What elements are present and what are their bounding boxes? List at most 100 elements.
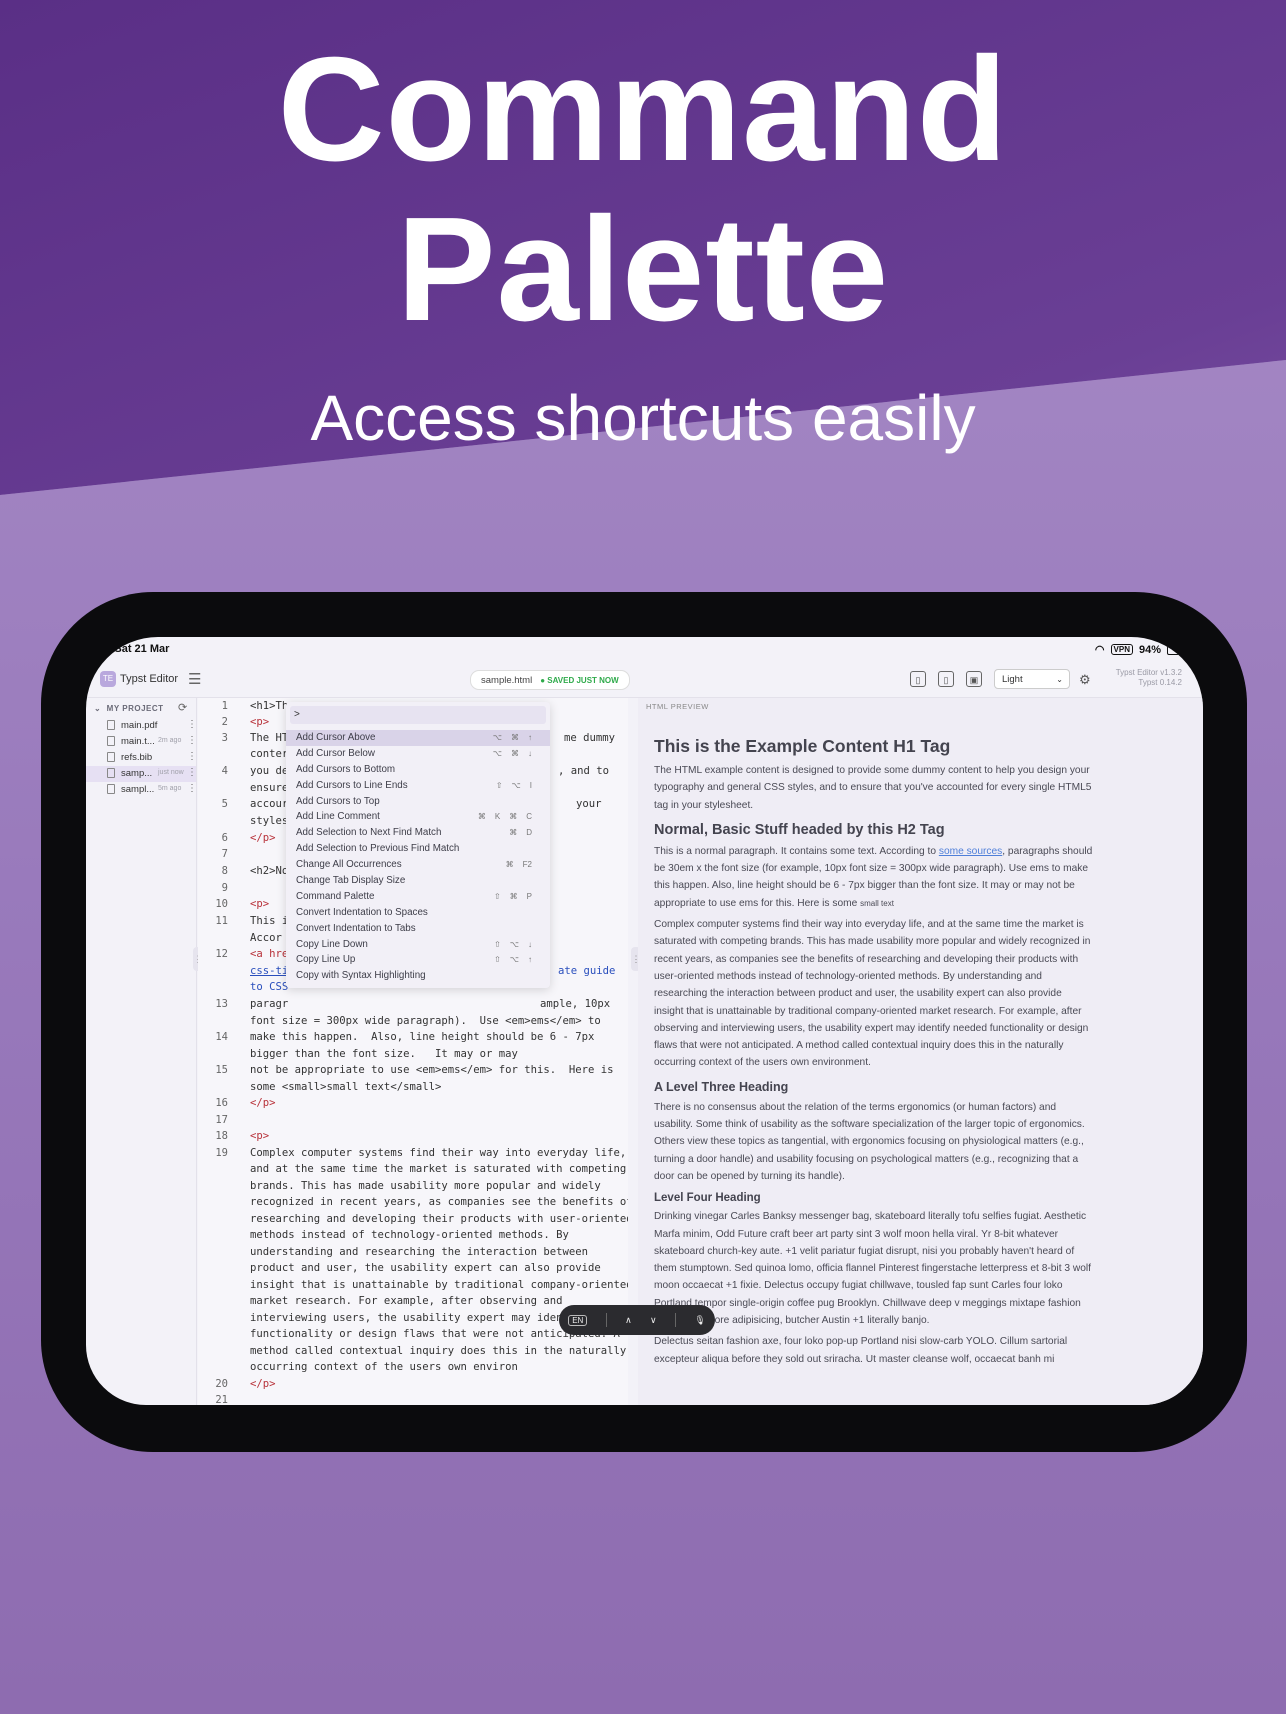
command-item-indent-to-tabs[interactable]: Convert Indentation to Tabs xyxy=(286,921,550,937)
command-item-copy-syntax[interactable]: Copy with Syntax Highlighting xyxy=(286,968,550,984)
code-line: methods instead of technology-oriented m… xyxy=(250,1229,569,1241)
command-label: Change Tab Display Size xyxy=(296,875,406,887)
file-status-pill[interactable]: sample.html ● SAVED JUST NOW xyxy=(470,670,630,690)
preview-h4: Level Four Heading xyxy=(654,1192,761,1205)
command-label: Convert Indentation to Tabs xyxy=(296,922,416,934)
command-label: Add Selection to Next Find Match xyxy=(296,827,442,839)
code-line: accour xyxy=(250,798,289,810)
command-label: Copy with Syntax Highlighting xyxy=(296,970,426,982)
chevron-down-icon: ⌄ xyxy=(1056,675,1063,684)
code-line: <p> xyxy=(250,716,270,728)
sidebar-file-main-typ[interactable]: main.t... 2m ago ⋮ xyxy=(86,734,197,750)
preview-paragraph: Complex computer systems find their way … xyxy=(654,919,1091,1069)
command-item-indent-to-spaces[interactable]: Convert Indentation to Spaces xyxy=(286,905,550,921)
line-number: 1 xyxy=(221,700,228,712)
line-number: 4 xyxy=(221,765,228,777)
command-item-add-selection-previous[interactable]: Add Selection to Previous Find Match xyxy=(286,841,550,857)
code-line: your xyxy=(576,798,602,810)
preview-paragraph: Delectus seitan fashion axe, four loko p… xyxy=(654,1336,1068,1365)
app-screen: 58 Sat 21 Mar ◠ VPN 94% TE Typst Editor … xyxy=(86,637,1203,1405)
command-item-add-cursors-bottom[interactable]: Add Cursors to Bottom xyxy=(286,762,550,778)
line-number: 16 xyxy=(215,1097,228,1109)
refresh-icon[interactable]: ⟳ xyxy=(178,701,187,714)
command-item-add-line-comment[interactable]: Add Line Comment ⌘ K ⌘ C xyxy=(286,809,550,825)
more-icon[interactable]: ⋮ xyxy=(187,751,197,762)
preview-paragraph: There is no consensus about the relation… xyxy=(654,1101,1085,1182)
status-date: Sat 21 Mar xyxy=(114,643,170,655)
command-palette: > Add Cursor Above ⌥ ⌘ ↑ Add Cursor Below … xyxy=(286,702,550,988)
command-item-add-cursor-above[interactable]: Add Cursor Above ⌥ ⌘ ↑ xyxy=(286,730,550,746)
line-number: 9 xyxy=(221,882,228,894)
command-item-copy-line-down[interactable]: Copy Line Down ⇧ ⌥ ↓ xyxy=(286,937,550,953)
code-line: <h1>Th xyxy=(250,700,289,712)
more-icon[interactable]: ⋮ xyxy=(187,735,197,746)
code-line: <h2>No xyxy=(250,865,289,877)
menu-icon[interactable]: ☰ xyxy=(188,670,201,688)
language-button[interactable]: EN xyxy=(568,1314,588,1326)
status-time: 58 xyxy=(96,643,109,655)
sidebar-file-sample2[interactable]: sampl... 5m ago ⋮ xyxy=(86,782,197,798)
theme-select[interactable]: Light ⌄ xyxy=(994,669,1070,689)
preview-link[interactable]: some sources xyxy=(939,846,1002,857)
file-name: main.pdf xyxy=(121,720,158,731)
sidebar-file-sample-active[interactable]: samp... just now ⋮ xyxy=(86,766,197,782)
command-item-change-tab-size[interactable]: Change Tab Display Size xyxy=(286,873,550,889)
code-line: styles xyxy=(250,815,289,827)
chevron-down-icon[interactable]: ⌄ xyxy=(94,704,101,713)
code-line: and at the same time the market is satur… xyxy=(250,1163,627,1175)
file-name: sample.html xyxy=(481,674,533,686)
shortcut-keys: ⌘ F2 xyxy=(505,860,532,870)
command-item-add-cursors-top[interactable]: Add Cursors to Top xyxy=(286,794,550,810)
code-line: researching and developing their product… xyxy=(250,1213,628,1225)
code-line: ensure xyxy=(250,782,289,794)
line-number: 18 xyxy=(215,1130,228,1142)
more-icon[interactable]: ⋮ xyxy=(187,783,197,794)
image-preview-icon[interactable]: ▣ xyxy=(966,671,982,687)
keyboard-accessory-bar: EN ∧ ∨ 🎙 xyxy=(559,1305,715,1335)
line-number: 6 xyxy=(221,832,228,844)
code-line: some <small>small text</small> xyxy=(250,1081,442,1093)
code-line: me dummy xyxy=(564,732,616,744)
more-icon[interactable]: ⋮ xyxy=(187,719,197,730)
command-label: Add Cursors to Line Ends xyxy=(296,779,408,791)
code-editor[interactable]: 1 <h1>Th 2 <p> 3 The HT me dummy conter … xyxy=(198,698,628,1405)
code-line: insight that is unattainable by traditio… xyxy=(250,1279,628,1291)
code-line: paragr xyxy=(250,998,289,1010)
file-time: 2m ago xyxy=(158,737,182,744)
microphone-icon[interactable]: 🎙 xyxy=(694,1315,705,1326)
chevron-down-icon[interactable]: ∨ xyxy=(650,1315,657,1326)
command-item-add-selection-next[interactable]: Add Selection to Next Find Match ⌘ D xyxy=(286,825,550,841)
shortcut-keys: ⌘ D xyxy=(509,828,532,838)
code-line: ample, 10px xyxy=(540,998,611,1010)
more-icon[interactable]: ⋮ xyxy=(187,767,197,778)
code-line: occurring context of the users own envir… xyxy=(250,1361,518,1373)
command-item-copy-line-up[interactable]: Copy Line Up ⇧ ⌥ ↑ xyxy=(286,952,550,968)
gear-icon[interactable]: ⚙ xyxy=(1079,672,1091,688)
shortcut-keys: ⇧ ⌥ ↑ xyxy=(494,955,532,965)
command-item-change-all-occurrences[interactable]: Change All Occurrences ⌘ F2 xyxy=(286,857,550,873)
command-label: Command Palette xyxy=(296,890,375,902)
app-logo-icon: TE xyxy=(100,671,116,687)
split-view-icon[interactable]: ▯ xyxy=(938,671,954,687)
sidebar-file-main-pdf[interactable]: main.pdf ⋮ xyxy=(86,718,197,734)
preview-h2: Normal, Basic Stuff headed by this H2 Ta… xyxy=(654,821,945,838)
sidebar-toggle-icon[interactable]: ▯ xyxy=(910,671,926,687)
command-label: Add Cursor Below xyxy=(296,747,375,759)
code-line: Complex computer systems find their way … xyxy=(250,1147,627,1159)
line-number: 12 xyxy=(215,948,228,960)
code-line: to CSS xyxy=(250,981,289,993)
chevron-up-icon[interactable]: ∧ xyxy=(625,1315,632,1326)
html-preview: HTML PREVIEW This is the Example Content… xyxy=(638,698,1203,1405)
command-item-add-cursor-below[interactable]: Add Cursor Below ⌥ ⌘ ↓ xyxy=(286,746,550,762)
shortcut-keys: ⌘ K ⌘ C xyxy=(477,812,532,822)
line-number: 8 xyxy=(221,865,228,877)
preview-paragraph: Drinking vinegar Carles Banksy messenger… xyxy=(654,1211,1091,1327)
code-line: ate guide xyxy=(558,965,616,977)
command-label: Add Cursors to Bottom xyxy=(296,763,396,775)
command-item-command-palette[interactable]: Command Palette ⇧ ⌘ P xyxy=(286,889,550,905)
battery-icon xyxy=(1167,644,1185,655)
command-item-add-cursors-line-ends[interactable]: Add Cursors to Line Ends ⇧ ⌥ I xyxy=(286,778,550,794)
command-palette-input[interactable]: > xyxy=(290,706,546,724)
sidebar-file-refs[interactable]: refs.bib ⋮ xyxy=(86,750,197,766)
vpn-badge: VPN xyxy=(1110,644,1133,655)
